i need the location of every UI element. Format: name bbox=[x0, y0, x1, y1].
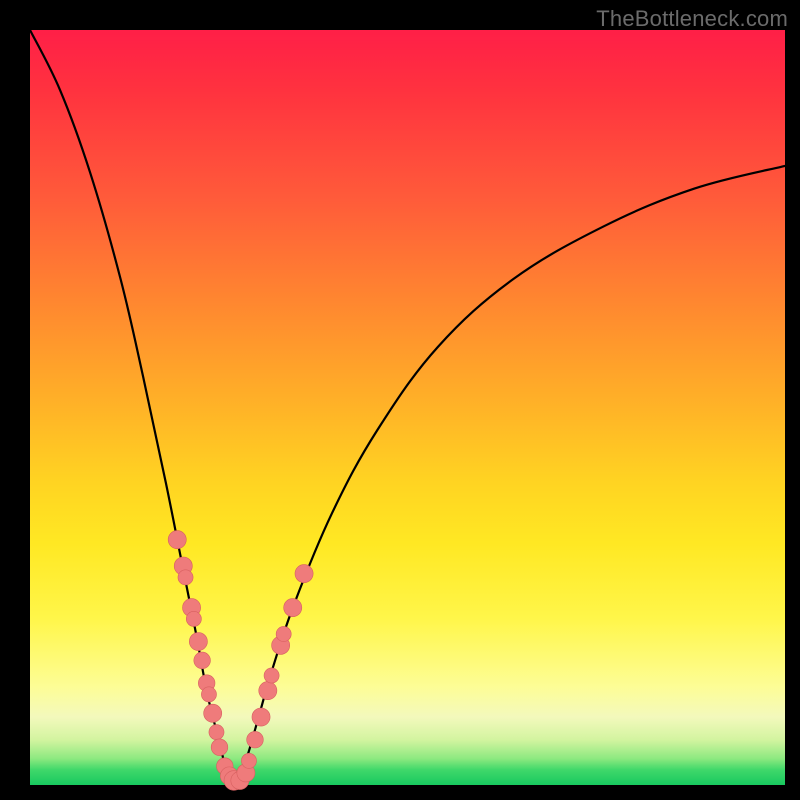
chart-frame: TheBottleneck.com bbox=[0, 0, 800, 800]
curve-left bbox=[30, 30, 234, 785]
data-point bbox=[276, 626, 291, 641]
data-point bbox=[295, 565, 313, 583]
data-point bbox=[189, 632, 207, 650]
data-point bbox=[252, 708, 270, 726]
data-point bbox=[201, 687, 216, 702]
data-point bbox=[259, 682, 277, 700]
curve-right bbox=[234, 166, 785, 785]
data-point bbox=[264, 668, 279, 683]
data-point bbox=[204, 704, 222, 722]
data-point bbox=[241, 753, 256, 768]
data-point bbox=[168, 531, 186, 549]
data-point bbox=[284, 599, 302, 617]
data-point bbox=[209, 725, 224, 740]
data-point bbox=[211, 739, 228, 756]
data-point bbox=[186, 611, 201, 626]
bottleneck-curve-svg bbox=[30, 30, 785, 785]
watermark-text: TheBottleneck.com bbox=[596, 6, 788, 32]
data-point-markers bbox=[168, 531, 313, 791]
data-point bbox=[194, 652, 211, 669]
data-point bbox=[247, 731, 264, 748]
data-point bbox=[178, 570, 193, 585]
plot-area bbox=[30, 30, 785, 785]
